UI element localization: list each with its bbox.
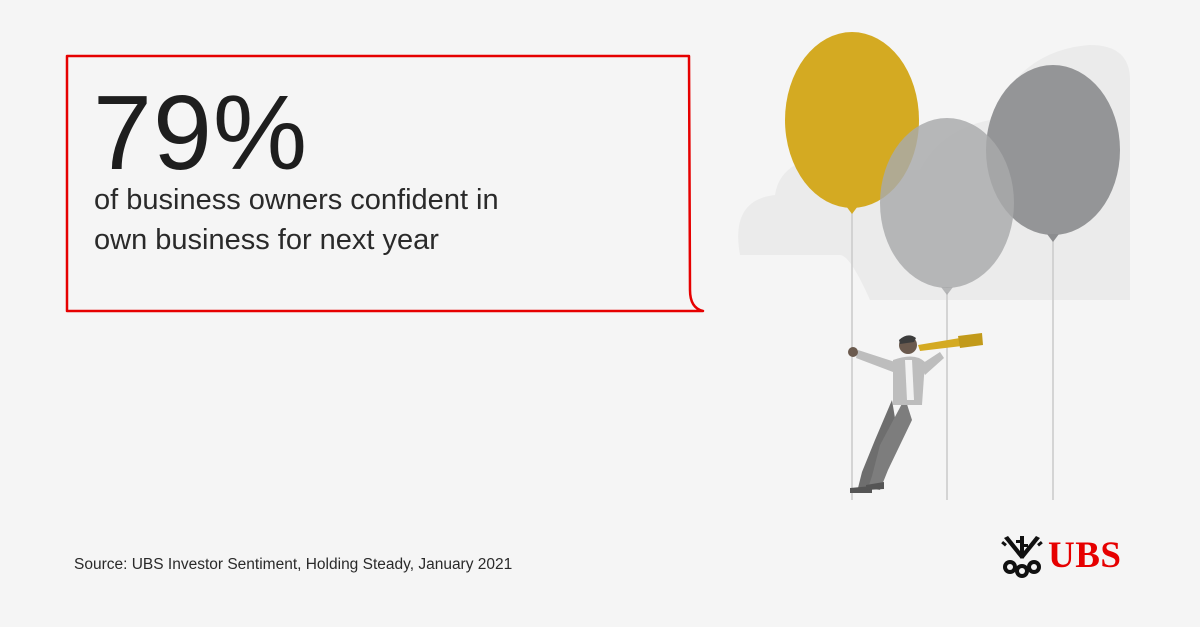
brand-wordmark: UBS xyxy=(1048,535,1122,576)
balloon-illustration xyxy=(738,32,1130,500)
keys-logo-icon xyxy=(1001,536,1043,578)
stat-caption-line-2: own business for next year xyxy=(94,224,439,256)
stat-caption: of business owners confident in own busi… xyxy=(94,180,654,260)
stat-value: 79% xyxy=(93,74,309,192)
person-with-telescope-icon xyxy=(848,333,983,493)
source-note: Source: UBS Investor Sentiment, Holding … xyxy=(74,556,513,573)
stat-caption-line-1: of business owners confident in xyxy=(94,184,499,216)
brand-logo[interactable]: UBS xyxy=(1000,532,1140,582)
